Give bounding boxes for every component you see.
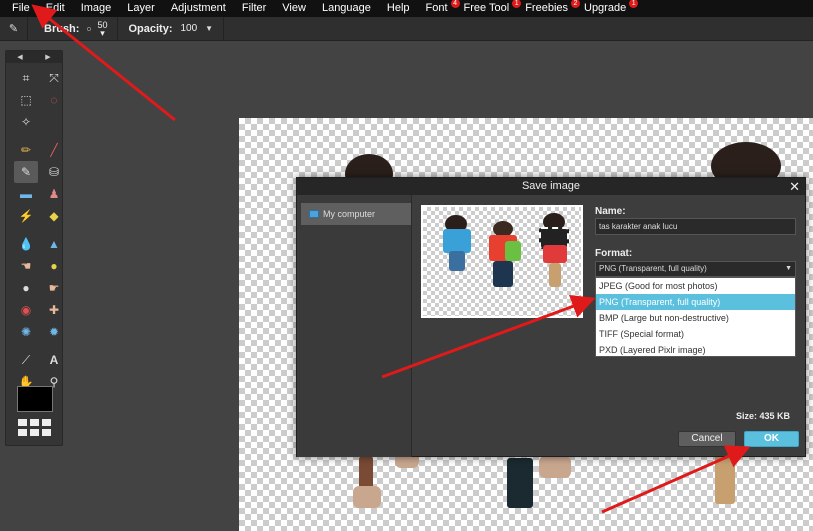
kid-shoe: [353, 486, 381, 508]
kid-shoe: [539, 456, 571, 478]
kid-leg: [715, 454, 735, 504]
brush-icon[interactable]: ╱: [42, 139, 66, 161]
menu-help[interactable]: Help: [379, 0, 418, 17]
notification-badge: 1: [629, 0, 639, 8]
format-option-png[interactable]: PNG (Transparent, full quality): [596, 294, 795, 310]
dialog-title: Save image: [521, 180, 581, 192]
picker-icon[interactable]: ⟋: [14, 349, 38, 371]
blur-icon[interactable]: 💧: [14, 233, 38, 255]
menu-free-tool[interactable]: Free Tool 1: [456, 0, 522, 17]
collapse-right-icon[interactable]: ▶: [45, 53, 50, 61]
eraser-icon[interactable]: ✎: [14, 161, 38, 183]
burn-icon[interactable]: ☛: [42, 277, 66, 299]
menu-image[interactable]: Image: [73, 0, 120, 17]
format-label: Format:: [595, 248, 633, 259]
monitor-icon: [309, 210, 319, 218]
format-select[interactable]: PNG (Transparent, full quality) ▼: [595, 261, 796, 277]
menu-upgrade[interactable]: Upgrade 1: [576, 0, 639, 17]
menu-edit[interactable]: Edit: [38, 0, 73, 17]
dropdown-arrow-icon: ▼: [785, 265, 792, 272]
smudge-icon[interactable]: ☚: [14, 255, 38, 277]
kid-leg: [507, 458, 533, 508]
current-tool-eraser-icon: ✎: [0, 16, 28, 41]
name-label: Name:: [595, 206, 626, 217]
menu-adjustment[interactable]: Adjustment: [163, 0, 234, 17]
format-dropdown-list: JPEG (Good for most photos) PNG (Transpa…: [595, 277, 796, 357]
ok-button[interactable]: OK: [744, 431, 799, 447]
save-image-dialog: Save image ✕ My computer Name: tas karak…: [296, 177, 806, 457]
pinch-icon[interactable]: ✹: [42, 321, 66, 343]
menu-font[interactable]: Font 4: [418, 0, 460, 17]
sharpen-icon[interactable]: ▲: [42, 233, 66, 255]
close-icon[interactable]: ✕: [789, 178, 800, 195]
primary-color-swatch[interactable]: [17, 386, 53, 412]
filename-input[interactable]: tas karakter anak lucu: [595, 218, 796, 235]
wand-icon[interactable]: ✧: [14, 111, 38, 133]
preview-kid: [449, 251, 465, 271]
menu-filter[interactable]: Filter: [234, 0, 274, 17]
preview-kid: [443, 229, 471, 253]
format-option-jpeg[interactable]: JPEG (Good for most photos): [596, 278, 795, 294]
preview-kid: [543, 245, 567, 263]
dialog-title-bar: Save image ✕: [297, 178, 805, 195]
menu-layer[interactable]: Layer: [119, 0, 163, 17]
menu-view[interactable]: View: [274, 0, 314, 17]
bloat-icon[interactable]: ✺: [14, 321, 38, 343]
drawing-icon[interactable]: ◆: [42, 205, 66, 227]
sponge-icon[interactable]: ●: [42, 255, 66, 277]
cancel-button[interactable]: Cancel: [678, 431, 736, 447]
file-size-label: Size: 435 KB: [735, 411, 790, 421]
opacity-dropdown-icon[interactable]: ▼: [205, 24, 213, 33]
spotheal-icon[interactable]: ✚: [42, 299, 66, 321]
location-sidebar: My computer: [297, 195, 412, 457]
opacity-label: Opacity:: [128, 22, 173, 35]
gradient-icon[interactable]: ▬: [14, 183, 38, 205]
image-preview: [421, 205, 583, 318]
menu-freebies[interactable]: Freebies 2: [517, 0, 580, 17]
format-option-bmp[interactable]: BMP (Large but non-destructive): [596, 310, 795, 326]
brush-preview-icon[interactable]: [87, 26, 92, 31]
menu-file[interactable]: File: [4, 0, 38, 17]
collapse-left-icon[interactable]: ◀: [17, 53, 22, 61]
colorreplace-icon[interactable]: ⚡: [14, 205, 38, 227]
options-bar: ✎ Brush: 50 ▾ Opacity: 100 ▼: [0, 16, 813, 41]
grid-icon[interactable]: [18, 419, 51, 436]
marquee-icon[interactable]: ⬚: [14, 89, 38, 111]
brush-size-picker[interactable]: 50 ▾: [97, 20, 107, 37]
preview-kid: [493, 261, 513, 287]
menu-language[interactable]: Language: [314, 0, 379, 17]
location-my-computer[interactable]: My computer: [301, 203, 411, 225]
move-icon[interactable]: ⤧: [42, 67, 66, 89]
redeye-icon[interactable]: ◉: [14, 299, 38, 321]
pencil-icon[interactable]: ✏: [14, 139, 38, 161]
crop-icon[interactable]: ⌗: [14, 67, 38, 89]
type-icon[interactable]: A: [42, 349, 66, 371]
menu-bar: File Edit Image Layer Adjustment Filter …: [0, 0, 813, 17]
format-option-pxd[interactable]: PXD (Layered Pixlr image): [596, 342, 795, 356]
preview-kid: [505, 241, 521, 261]
brush-label: Brush:: [44, 22, 80, 35]
opacity-value[interactable]: 100: [180, 23, 197, 34]
tool-panel-header: ◀ ▶: [6, 51, 62, 63]
format-option-tiff[interactable]: TIFF (Special format): [596, 326, 795, 342]
bucket-icon[interactable]: ⛁: [42, 161, 66, 183]
lasso-icon[interactable]: ◌: [42, 89, 66, 111]
tool-panel: ◀ ▶ ⌗ ⤧ ⬚ ◌ ✧ ✏ ╱ ✎ ⛁ ▬ ♟ ⚡ ◆ 💧 ▲ ☚ ● ● …: [5, 50, 63, 446]
preview-kid: [549, 263, 561, 287]
stamp-icon[interactable]: ♟: [42, 183, 66, 205]
dodge-icon[interactable]: ●: [14, 277, 38, 299]
